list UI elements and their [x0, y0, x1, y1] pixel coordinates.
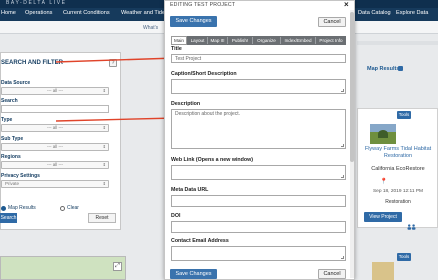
nav-data-catalog[interactable]: Data Catalog	[358, 10, 391, 16]
select-arrows-icon: ⇕	[102, 181, 106, 186]
cancel-button[interactable]: Cancel	[318, 17, 346, 27]
radio-empty-icon	[60, 205, 65, 211]
project-title-link[interactable]: Flyway Farms Tidal Habitat Restoration	[358, 146, 438, 160]
data-source-select[interactable]: --- all --- ⇕	[1, 87, 109, 95]
regions-select[interactable]: --- all --- ⇕	[1, 161, 109, 169]
privacy-label: Privacy Settings	[1, 173, 40, 179]
title-label: Title	[171, 46, 182, 52]
pin-icon: 📍	[380, 179, 388, 185]
project-thumbnail-2[interactable]	[372, 262, 394, 280]
subtype-label: Sub Type	[1, 136, 24, 142]
tab-project-info[interactable]: Project Info	[316, 36, 346, 45]
nav-explore-data[interactable]: Explore Data	[396, 10, 428, 16]
tools-button-2[interactable]: Tools	[397, 253, 411, 261]
modal-scrollbar-thumb[interactable]	[350, 12, 354, 162]
map-view[interactable]	[0, 256, 126, 280]
tab-layout[interactable]: Layout	[188, 36, 207, 45]
clear-radio-label: Clear	[67, 205, 79, 211]
project-thumbnail[interactable]	[370, 124, 396, 144]
save-changes-button[interactable]: Save Changes	[170, 16, 217, 27]
help-icon[interactable]: ?	[109, 59, 117, 67]
select-arrows-icon: ⇕	[102, 162, 106, 167]
data-source-value: --- all ---	[47, 88, 63, 93]
tools-button[interactable]: Tools	[397, 111, 411, 119]
tab-index-embed[interactable]: Index/Embed	[281, 36, 315, 45]
weblink-textarea[interactable]	[171, 165, 346, 180]
expand-map-icon[interactable]: ⤢	[113, 262, 122, 271]
people-icon	[407, 224, 416, 230]
type-label: Type	[1, 117, 13, 123]
resize-grip-icon[interactable]	[341, 256, 344, 259]
tab-organize[interactable]: Organize	[253, 36, 280, 45]
doi-label: DOI	[171, 213, 181, 219]
project-org: California EcoRestore	[371, 166, 425, 172]
clear-radio[interactable]: Clear	[60, 205, 79, 211]
subnav-whats[interactable]: What's	[143, 25, 158, 31]
search-button[interactable]: Search	[0, 213, 17, 223]
privacy-select[interactable]: Private ⇕	[1, 180, 109, 188]
search-input[interactable]	[1, 105, 109, 113]
weblink-label: Web Link (Opens a new window)	[171, 157, 254, 163]
description-label: Description	[171, 101, 201, 107]
reset-button[interactable]: Reset	[88, 213, 116, 223]
contact-email-textarea[interactable]	[171, 246, 346, 261]
map-results-radio[interactable]: Map Results	[1, 205, 36, 211]
save-changes-button-bottom[interactable]: Save Changes	[170, 269, 217, 279]
contact-email-label: Contact Email Address	[171, 238, 229, 244]
panel-title: SEARCH AND FILTER	[1, 60, 63, 66]
radio-selected-icon	[1, 205, 6, 211]
select-arrows-icon: ⇕	[102, 144, 106, 149]
tab-map-it[interactable]: Map It!	[208, 36, 227, 45]
site-logo[interactable]: BAY-DELTA LIVE	[6, 0, 67, 6]
cancel-button-bottom[interactable]: Cancel	[318, 269, 346, 279]
resize-grip-icon[interactable]	[341, 175, 344, 178]
doi-input[interactable]	[171, 221, 346, 233]
caption-label: Caption/Short Description	[171, 71, 237, 77]
resize-grip-icon[interactable]	[341, 89, 344, 92]
nav-home[interactable]: Home	[1, 10, 16, 16]
subtype-value: --- all ---	[47, 144, 63, 149]
description-value: Description about the project.	[175, 111, 241, 117]
tab-main[interactable]: Main	[171, 36, 187, 45]
regions-label: Regions	[1, 154, 21, 160]
map-results-label: Map Results	[367, 66, 400, 72]
modal-title: EDITING TEST PROJECT	[170, 2, 236, 8]
select-arrows-icon: ⇕	[102, 88, 106, 93]
regions-value: --- all ---	[47, 162, 63, 167]
search-label: Search	[1, 98, 18, 104]
map-results-radio-label: Map Results	[8, 205, 36, 211]
privacy-value: Private	[5, 181, 20, 186]
nav-current-conditions[interactable]: Current Conditions	[63, 10, 110, 16]
project-category: Restoration	[385, 199, 411, 205]
metadata-url-input[interactable]	[171, 195, 346, 207]
nav-operations[interactable]: Operations	[25, 10, 52, 16]
type-value: --- all ---	[47, 125, 63, 130]
description-textarea[interactable]: Description about the project.	[171, 109, 346, 149]
tab-publish[interactable]: Publish!	[228, 36, 252, 45]
close-icon[interactable]: ×	[344, 0, 349, 9]
map-results-check-icon[interactable]	[398, 66, 403, 71]
caption-textarea[interactable]	[171, 79, 346, 94]
header-strip	[357, 41, 438, 45]
resize-grip-icon[interactable]	[341, 144, 344, 147]
view-project-button[interactable]: View Project	[364, 212, 402, 222]
metadata-url-label: Meta Data URL	[171, 187, 209, 193]
select-arrows-icon: ⇕	[102, 125, 106, 130]
subtype-select[interactable]: --- all --- ⇕	[1, 143, 109, 151]
nav-weather-and-tides[interactable]: Weather and Tides	[121, 10, 168, 16]
title-input[interactable]: Test Project	[171, 54, 346, 63]
data-source-label: Data Source	[1, 80, 31, 86]
project-date: Sep 18, 2019 12:11 PM	[372, 189, 424, 194]
type-select[interactable]: --- all --- ⇕	[1, 124, 109, 132]
